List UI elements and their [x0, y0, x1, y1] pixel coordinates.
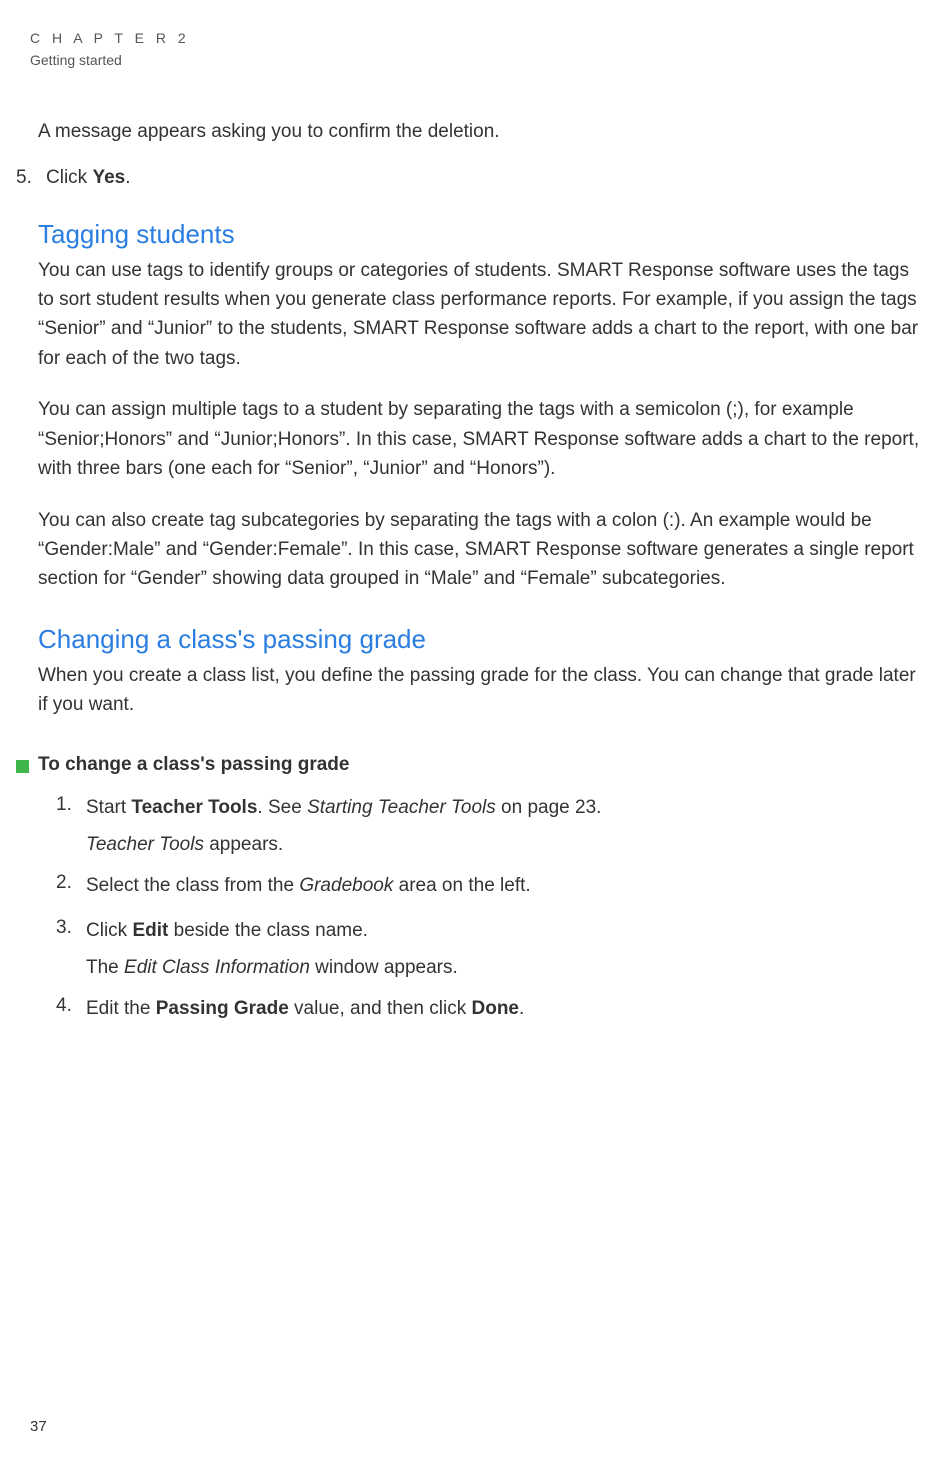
text-bold: Done	[472, 998, 520, 1019]
text-bold: Teacher Tools	[131, 797, 257, 818]
text-fragment: .	[125, 167, 130, 188]
tagging-paragraph-1: You can use tags to identify groups or c…	[38, 256, 930, 374]
procedure-list: 1. Start Teacher Tools. See Starting Tea…	[56, 794, 930, 1024]
step-number: 3.	[56, 917, 86, 946]
step-text: Click Yes.	[46, 167, 131, 189]
text-fragment: on page 23.	[496, 797, 602, 818]
step-number: 4.	[56, 995, 86, 1024]
text-fragment: The	[86, 957, 124, 978]
step-number: 2.	[56, 872, 86, 901]
text-fragment: Start	[86, 797, 131, 818]
text-fragment: Click	[86, 920, 132, 941]
text-fragment: Select the class from the	[86, 875, 299, 896]
text-fragment: beside the class name.	[168, 920, 368, 941]
step-5: 5. Click Yes.	[16, 167, 930, 189]
text-bold: Yes	[92, 167, 125, 188]
step-text: Select the class from the Gradebook area…	[86, 872, 531, 901]
procedure-step-3: 3. Click Edit beside the class name.	[56, 917, 930, 946]
text-italic: Teacher Tools	[86, 834, 204, 855]
text-fragment: Click	[46, 167, 92, 188]
chapter-label: C H A P T E R 2	[30, 30, 931, 46]
text-fragment: .	[519, 998, 524, 1019]
text-italic: Gradebook	[299, 875, 393, 896]
changing-intro-paragraph: When you create a class list, you define…	[38, 661, 930, 720]
step-text: Start Teacher Tools. See Starting Teache…	[86, 794, 601, 823]
confirm-deletion-message: A message appears asking you to confirm …	[38, 118, 930, 147]
text-fragment: value, and then click	[289, 998, 472, 1019]
text-bold: Edit	[132, 920, 168, 941]
procedure-title: To change a class's passing grade	[38, 754, 930, 776]
step-text: Click Edit beside the class name.	[86, 917, 368, 946]
chapter-subtitle: Getting started	[30, 52, 931, 68]
procedure-step-3-result: The Edit Class Information window appear…	[86, 957, 930, 979]
tagging-paragraph-3: You can also create tag subcategories by…	[38, 506, 930, 594]
procedure-marker-icon	[16, 760, 29, 773]
procedure-step-1-result: Teacher Tools appears.	[86, 834, 930, 856]
step-number: 1.	[56, 794, 86, 823]
procedure-block: To change a class's passing grade 1. Sta…	[16, 754, 930, 1024]
text-fragment: Edit the	[86, 998, 156, 1019]
procedure-step-4: 4. Edit the Passing Grade value, and the…	[56, 995, 930, 1024]
text-italic: Edit Class Information	[124, 957, 310, 978]
tagging-paragraph-2: You can assign multiple tags to a studen…	[38, 395, 930, 483]
step-number: 5.	[16, 167, 46, 189]
step-text: Edit the Passing Grade value, and then c…	[86, 995, 524, 1024]
text-fragment: appears.	[204, 834, 283, 855]
page-content: A message appears asking you to confirm …	[30, 118, 930, 1024]
changing-passing-grade-heading: Changing a class's passing grade	[38, 624, 930, 655]
text-italic: Starting Teacher Tools	[307, 797, 496, 818]
text-fragment: area on the left.	[393, 875, 530, 896]
procedure-step-2: 2. Select the class from the Gradebook a…	[56, 872, 930, 901]
text-fragment: window appears.	[310, 957, 458, 978]
procedure-step-1: 1. Start Teacher Tools. See Starting Tea…	[56, 794, 930, 823]
text-fragment: . See	[257, 797, 307, 818]
tagging-students-heading: Tagging students	[38, 219, 930, 250]
text-bold: Passing Grade	[156, 998, 289, 1019]
page-number: 37	[30, 1418, 47, 1435]
